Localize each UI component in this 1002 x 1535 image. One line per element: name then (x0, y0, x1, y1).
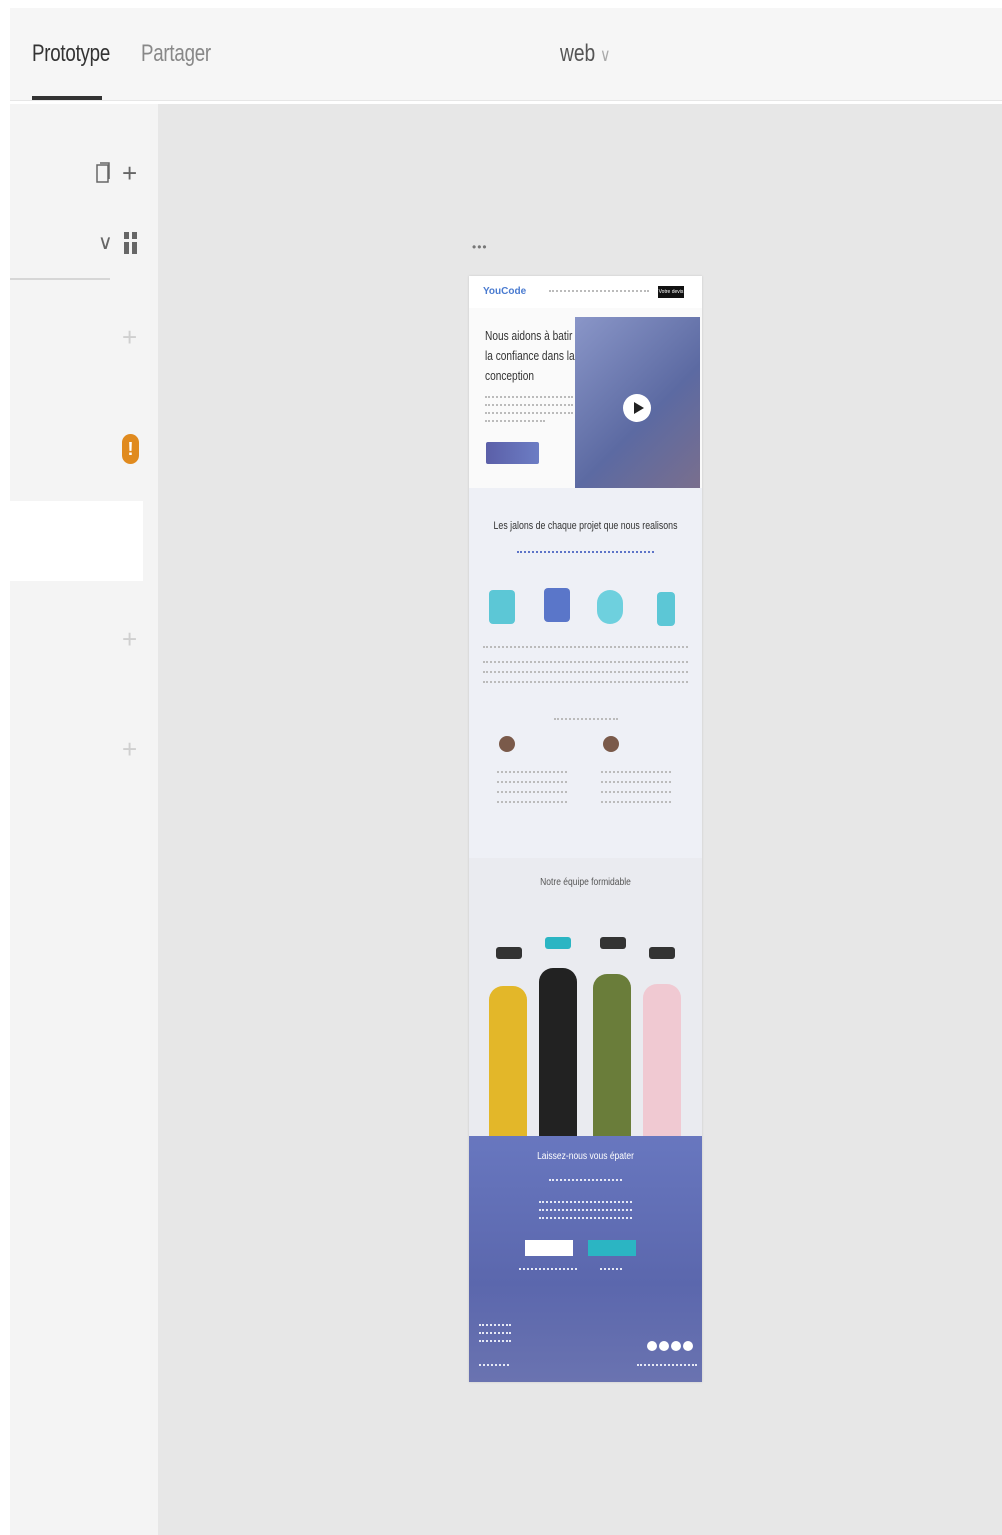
hero-text (485, 420, 545, 422)
team-section (469, 858, 702, 1136)
selected-row[interactable] (10, 501, 143, 581)
testimonial-text (497, 781, 567, 783)
milestone-text (483, 661, 688, 663)
design-icon (544, 588, 570, 622)
footer-button-primary (525, 1240, 573, 1256)
testimonial-text (497, 771, 567, 773)
plus-icon[interactable]: + (122, 734, 137, 765)
facebook-icon (659, 1341, 669, 1351)
milestone-text (483, 671, 688, 673)
footer-button-secondary (588, 1240, 636, 1256)
team-member (643, 984, 681, 1136)
instagram-icon (671, 1341, 681, 1351)
testimonial-text (601, 781, 671, 783)
footer-copyright (637, 1364, 697, 1366)
role-bubble (600, 937, 626, 949)
artboard-preview[interactable]: YouCode Votre devis Nous aidons à batir … (469, 276, 702, 1382)
testimonial-text (601, 771, 671, 773)
tab-prototype[interactable]: Prototype (32, 40, 110, 68)
milestones-subtitle (517, 551, 654, 554)
site-nav: YouCode Votre devis (469, 276, 702, 308)
analysis-icon (489, 590, 515, 624)
testimonial-text (601, 791, 671, 793)
hero-cta-button (486, 442, 539, 464)
sidebar: + ∨ + ! + + (10, 104, 158, 1535)
milestone-text (483, 681, 688, 683)
testimonial-text (601, 801, 671, 803)
team-member (593, 974, 631, 1136)
footer-title: Laissez-nous vous épater (537, 1151, 634, 1162)
role-bubble (649, 947, 675, 959)
footer-text (539, 1201, 632, 1203)
grid-icon[interactable] (124, 232, 138, 262)
hero-text (485, 396, 573, 398)
testimonial-text (497, 801, 567, 803)
hero-text (485, 412, 573, 414)
active-tab-indicator (32, 96, 102, 100)
devis-button: Votre devis (658, 286, 684, 298)
team-member (489, 986, 527, 1136)
role-bubble (496, 947, 522, 959)
top-toolbar: Prototype Partager web ∨ (10, 8, 1002, 101)
view-selector-label: web (560, 40, 596, 67)
footer-text (539, 1217, 632, 1219)
nav-links (549, 290, 649, 294)
page-icon[interactable] (96, 162, 110, 190)
site-logo: YouCode (483, 286, 527, 297)
footer-address (479, 1340, 511, 1342)
flag-icon (657, 592, 675, 626)
plus-icon[interactable]: + (122, 322, 137, 353)
chevron-down-icon[interactable]: ∨ (98, 230, 113, 255)
hero-title: Nous aidons à batir la confiance dans la… (485, 328, 575, 383)
warning-icon[interactable]: ! (122, 434, 139, 464)
footer-copyright (479, 1364, 509, 1366)
milestone-text (483, 646, 688, 648)
plus-icon[interactable]: + (122, 624, 137, 655)
sidebar-divider (10, 278, 110, 280)
footer-phone (600, 1268, 622, 1270)
testimonial-text (497, 791, 567, 793)
footer-subtitle (549, 1179, 622, 1181)
facebook-icon (647, 1341, 657, 1351)
footer-address (479, 1324, 511, 1326)
testimonials-heading (554, 718, 618, 720)
team-icon (597, 590, 623, 624)
view-selector[interactable]: web ∨ (560, 40, 611, 68)
hero-text (485, 404, 573, 406)
avatar (603, 736, 619, 752)
play-icon (623, 394, 651, 422)
footer-email (519, 1268, 577, 1270)
role-bubble (545, 937, 571, 949)
twitter-icon (683, 1341, 693, 1351)
chevron-down-icon: ∨ (600, 45, 611, 65)
team-title: Notre équipe formidable (540, 877, 631, 888)
footer-text (539, 1209, 632, 1211)
artboard-menu-icon[interactable]: ••• (472, 240, 488, 254)
avatar (499, 736, 515, 752)
plus-icon[interactable]: + (122, 158, 137, 189)
team-member (539, 968, 577, 1136)
tab-share[interactable]: Partager (141, 40, 211, 68)
milestones-title: Les jalons de chaque projet que nous rea… (493, 520, 678, 532)
footer-address (479, 1332, 511, 1334)
